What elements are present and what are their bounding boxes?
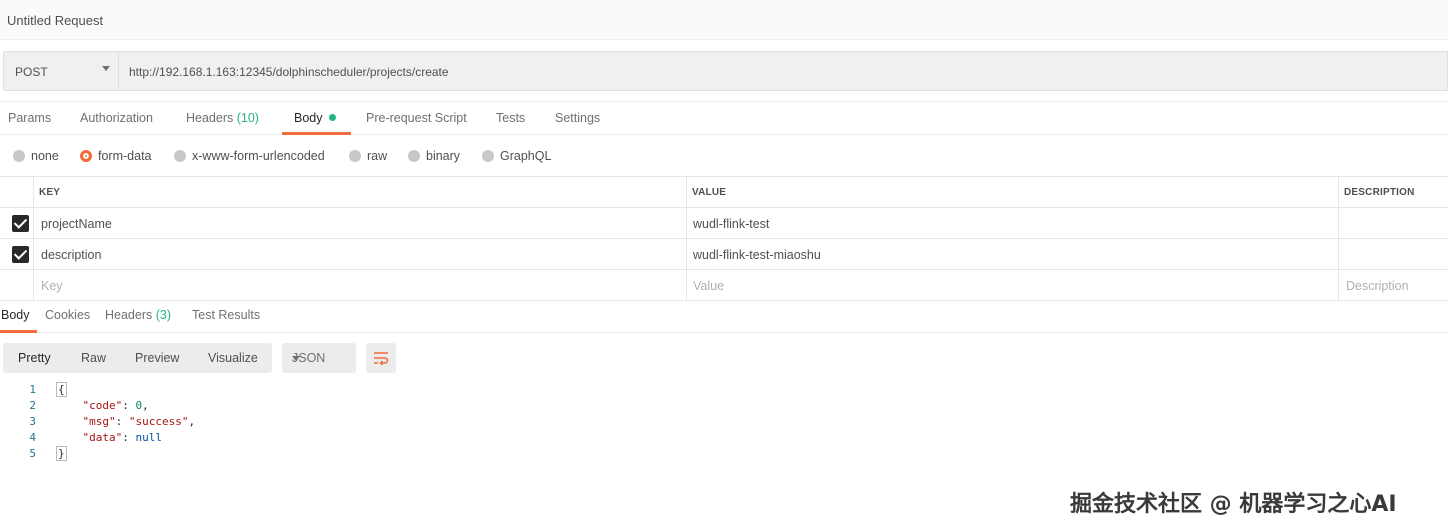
radio-icon: [349, 150, 361, 162]
response-tab-headers[interactable]: Headers (3): [105, 308, 171, 322]
line-number: 1: [29, 383, 36, 396]
code-brace: {: [56, 382, 67, 397]
view-pretty-button[interactable]: Pretty: [18, 351, 51, 365]
response-tab-test-results[interactable]: Test Results: [192, 308, 260, 322]
code-text: }: [56, 446, 67, 461]
tab-settings[interactable]: Settings: [555, 111, 600, 125]
line-number: 3: [29, 415, 36, 428]
response-tabs: Body Cookies Headers (3) Test Results: [0, 300, 1448, 333]
radio-form-data[interactable]: form-data: [80, 149, 152, 163]
radio-graphql[interactable]: GraphQL: [482, 149, 551, 163]
key-cell[interactable]: description: [41, 248, 101, 262]
view-visualize-button[interactable]: Visualize: [208, 351, 258, 365]
url-bar: POST http://192.168.1.163:12345/dolphins…: [3, 51, 1448, 91]
method-label: POST: [15, 65, 48, 79]
code-line: 1 {: [0, 382, 800, 399]
table-row: projectName wudl-flink-test: [0, 208, 1448, 239]
url-input[interactable]: http://192.168.1.163:12345/dolphinschedu…: [119, 51, 1448, 91]
code-line: 2 "code": 0,: [0, 399, 800, 415]
request-title[interactable]: Untitled Request: [7, 13, 103, 28]
code-brace: }: [56, 446, 67, 461]
view-mode-group: Pretty Raw Preview Visualize: [3, 343, 272, 373]
response-tab-body[interactable]: Body: [1, 308, 30, 322]
active-tab-underline: [282, 132, 351, 135]
tab-body-label: Body: [294, 111, 323, 125]
radio-label: form-data: [98, 149, 152, 163]
radio-icon: [482, 150, 494, 162]
format-select[interactable]: JSON: [282, 343, 356, 373]
radio-icon: [174, 150, 186, 162]
request-title-bar: Untitled Request: [0, 0, 1448, 40]
key-column-header: KEY: [39, 187, 61, 198]
radio-label: GraphQL: [500, 149, 552, 163]
radio-label: raw: [367, 149, 388, 163]
response-tab-cookies[interactable]: Cookies: [45, 308, 90, 322]
tab-pre-request-script[interactable]: Pre-request Script: [366, 111, 467, 125]
json-comma: ,: [188, 415, 196, 428]
json-value: "success": [128, 415, 189, 428]
tab-headers[interactable]: Headers (10): [186, 111, 259, 125]
tab-body[interactable]: Body: [294, 111, 336, 125]
radio-selected-icon: [80, 150, 92, 162]
code-text: "code": 0,: [82, 399, 149, 412]
key-input[interactable]: Key: [41, 279, 63, 293]
tab-headers-label: Headers: [186, 111, 234, 125]
response-tab-headers-label: Headers: [105, 308, 153, 322]
table-row: description wudl-flink-test-miaoshu: [0, 239, 1448, 270]
form-data-table: KEY VALUE DESCRIPTION projectName wudl-f…: [0, 176, 1448, 301]
line-number: 5: [29, 447, 36, 460]
json-key: "code": [82, 399, 123, 412]
url-text: http://192.168.1.163:12345/dolphinschedu…: [129, 65, 449, 79]
table-header-row: KEY VALUE DESCRIPTION: [0, 177, 1448, 208]
code-text: "data": null: [82, 431, 163, 444]
wrap-lines-button[interactable]: [366, 343, 396, 373]
table-row-new: Key Value Description: [0, 270, 1448, 301]
code-line: 5 }: [0, 446, 800, 463]
code-line: 3 "msg": "success",: [0, 415, 800, 431]
radio-none[interactable]: none: [13, 149, 59, 163]
chevron-down-icon: [292, 356, 300, 361]
watermark: 掘金技术社区 @ 机器学习之心AI: [1070, 492, 1397, 517]
line-number: 2: [29, 399, 36, 412]
view-raw-button[interactable]: Raw: [81, 351, 106, 365]
request-tabs: Params Authorization Headers (10) Body P…: [0, 101, 1448, 135]
json-key: "data": [82, 431, 123, 444]
json-value: null: [135, 431, 163, 444]
method-select[interactable]: POST: [3, 51, 119, 91]
radio-label: x-www-form-urlencoded: [192, 149, 325, 163]
description-column-header: DESCRIPTION: [1344, 187, 1415, 198]
row-checkbox[interactable]: [12, 246, 29, 263]
code-text: "msg": "success",: [82, 415, 196, 428]
code-line: 4 "data": null: [0, 431, 800, 447]
view-preview-button[interactable]: Preview: [135, 351, 179, 365]
value-cell[interactable]: wudl-flink-test: [693, 217, 769, 231]
value-column-header: VALUE: [692, 187, 727, 198]
row-checkbox[interactable]: [12, 215, 29, 232]
wrap-lines-icon: [374, 352, 389, 366]
json-comma: ,: [142, 399, 149, 412]
radio-label: binary: [426, 149, 461, 163]
tab-params[interactable]: Params: [8, 111, 51, 125]
body-indicator-dot: [328, 114, 336, 121]
headers-count: (10): [236, 111, 259, 125]
radio-icon: [408, 150, 420, 162]
key-cell[interactable]: projectName: [41, 217, 112, 231]
value-input[interactable]: Value: [693, 279, 724, 293]
json-key: "msg": [82, 415, 116, 428]
radio-label: none: [31, 149, 59, 163]
radio-raw[interactable]: raw: [349, 149, 387, 163]
body-type-selector: none form-data x-www-form-urlencoded raw…: [0, 136, 1448, 176]
tab-tests[interactable]: Tests: [496, 111, 525, 125]
response-headers-count: (3): [155, 308, 172, 322]
description-input[interactable]: Description: [1346, 279, 1409, 293]
radio-x-www-form-urlencoded[interactable]: x-www-form-urlencoded: [174, 149, 325, 163]
line-number: 4: [29, 431, 36, 444]
value-cell[interactable]: wudl-flink-test-miaoshu: [693, 248, 821, 262]
chevron-down-icon: [102, 66, 110, 71]
tab-authorization[interactable]: Authorization: [80, 111, 153, 125]
active-response-tab-underline: [0, 330, 37, 333]
radio-icon: [13, 150, 25, 162]
code-text: {: [56, 382, 67, 397]
radio-binary[interactable]: binary: [408, 149, 460, 163]
